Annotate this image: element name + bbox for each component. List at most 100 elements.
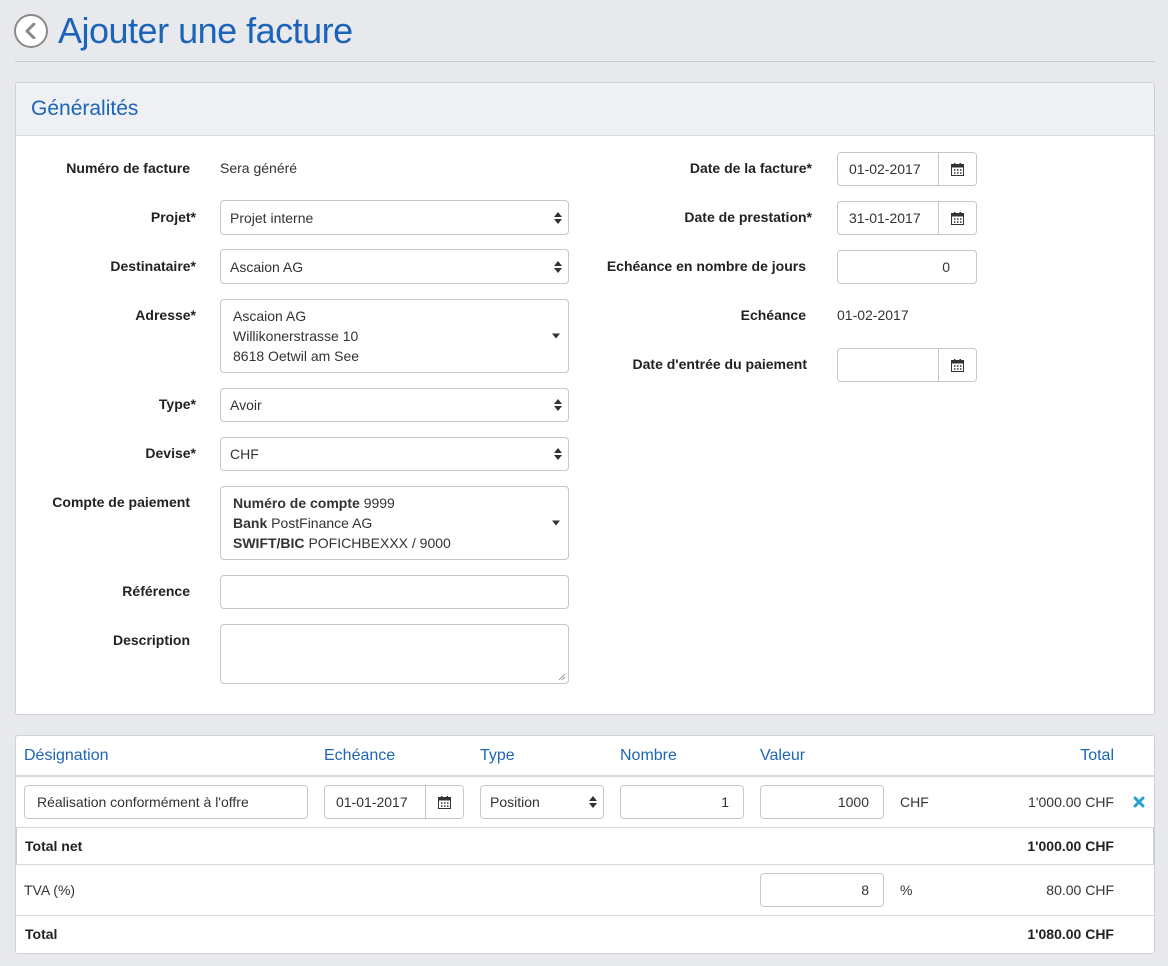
item-echeance-calendar-button[interactable] <box>425 786 463 818</box>
remove-item-button[interactable] <box>1133 795 1147 809</box>
adresse-line: 8618 Oetwil am See <box>233 348 360 364</box>
select-arrows-icon <box>554 399 562 411</box>
back-button[interactable] <box>14 14 48 48</box>
devise-value: CHF <box>230 446 259 462</box>
echeance-jours-label: Echéance en nombre de jours <box>606 258 806 274</box>
destinataire-label: Destinataire* <box>110 258 196 274</box>
col-header-type: Type <box>480 747 515 764</box>
reference-label: Référence <box>122 583 190 599</box>
date-paiement-label: Date d'entrée du paiement <box>632 356 807 372</box>
date-prestation-value[interactable]: 31-01-2017 <box>838 202 938 234</box>
calendar-icon <box>951 358 964 372</box>
item-nombre-value: 1 <box>721 794 729 810</box>
calendar-icon <box>951 162 964 176</box>
compte-key: Bank <box>233 515 268 531</box>
tva-rate-input[interactable]: 8 <box>760 873 884 907</box>
calendar-icon <box>951 211 964 225</box>
echeance-jours-value: 0 <box>942 259 950 275</box>
designation-value: Réalisation conformément à l'offre <box>37 794 249 810</box>
projet-value: Projet interne <box>230 209 314 226</box>
compte-dropdown[interactable]: Numéro de compte 9999 Bank PostFinance A… <box>220 486 569 560</box>
header-divider <box>16 775 1154 777</box>
destinataire-select[interactable]: Ascaion AG <box>220 249 569 284</box>
tva-rate-value: 8 <box>861 882 869 898</box>
numero-label: Numéro de facture <box>66 160 190 176</box>
compte-key: Numéro de compte <box>233 495 360 511</box>
item-total: 1'000.00 CHF <box>1028 794 1114 810</box>
date-facture-calendar-button[interactable] <box>938 153 976 185</box>
item-type-select[interactable]: Position <box>480 785 604 819</box>
adresse-label: Adresse* <box>135 307 196 323</box>
compte-label: Compte de paiement <box>52 494 190 510</box>
date-facture-label: Date de la facture* <box>689 160 812 176</box>
compte-key: SWIFT/BIC <box>233 535 305 551</box>
tva-value: 80.00 CHF <box>1046 882 1114 898</box>
date-paiement-calendar-button[interactable] <box>938 349 976 381</box>
tva-unit: % <box>900 882 913 898</box>
panel-title: Généralités <box>16 83 1154 136</box>
total-label: Total <box>25 926 58 942</box>
designation-input[interactable]: Réalisation conformément à l'offre <box>24 785 308 819</box>
description-textarea[interactable] <box>220 624 569 684</box>
select-arrows-icon <box>589 796 597 808</box>
adresse-line: Willikonerstrasse 10 <box>233 328 359 344</box>
compte-val: PostFinance AG <box>271 515 373 531</box>
destinataire-value: Ascaion AG <box>230 258 304 275</box>
compte-line: Numéro de compte 9999 <box>233 493 556 513</box>
total-value: 1'080.00 CHF <box>1027 926 1114 942</box>
tva-label: TVA (%) <box>24 882 76 898</box>
item-nombre-input[interactable]: 1 <box>620 785 744 819</box>
projet-label: Projet* <box>150 209 196 225</box>
total-row-divider <box>16 915 1154 916</box>
compte-val: 9999 <box>363 495 395 511</box>
select-arrows-icon <box>554 448 562 460</box>
item-echeance-value[interactable]: 01-01-2017 <box>325 786 425 818</box>
col-header-total: Total <box>1080 747 1114 764</box>
adresse-line: Ascaion AG <box>233 308 307 324</box>
adresse-dropdown[interactable]: Ascaion AG Willikonerstrasse 10 8618 Oet… <box>220 299 569 373</box>
date-prestation-picker[interactable]: 31-01-2017 <box>837 201 977 235</box>
date-paiement-value[interactable] <box>838 349 938 381</box>
divider <box>15 61 1155 62</box>
projet-select[interactable]: Projet interne <box>220 200 569 235</box>
select-arrows-icon <box>554 260 562 273</box>
caret-down-icon <box>552 333 560 339</box>
item-echeance-picker[interactable]: 01-01-2017 <box>324 785 464 819</box>
date-facture-value[interactable]: 01-02-2017 <box>838 153 938 185</box>
resize-handle-icon <box>558 673 566 681</box>
devise-select[interactable]: CHF <box>220 437 569 471</box>
item-currency: CHF <box>900 794 929 810</box>
item-type-value: Position <box>490 794 540 810</box>
date-paiement-picker[interactable] <box>837 348 977 382</box>
item-valeur-input[interactable]: 1000 <box>760 785 884 819</box>
remove-icon <box>1133 796 1145 808</box>
compte-line: Bank PostFinance AG <box>233 513 556 533</box>
col-header-echeance: Echéance <box>324 747 396 764</box>
type-select[interactable]: Avoir <box>220 388 569 422</box>
echeance-value: 01-02-2017 <box>837 307 909 323</box>
reference-input[interactable] <box>220 575 569 609</box>
col-header-nombre: Nombre <box>620 747 677 764</box>
caret-down-icon <box>552 520 560 526</box>
date-prestation-calendar-button[interactable] <box>938 202 976 234</box>
chevron-left-icon <box>24 23 38 39</box>
total-net-label: Total net <box>25 838 83 854</box>
calendar-icon <box>438 795 451 809</box>
select-arrows-icon <box>554 211 562 224</box>
page-title: Ajouter une facture <box>58 10 353 51</box>
date-facture-picker[interactable]: 01-02-2017 <box>837 152 977 186</box>
total-net-value: 1'000.00 CHF <box>1027 838 1114 854</box>
col-header-designation: Désignation <box>24 747 109 764</box>
item-valeur-value: 1000 <box>837 794 869 810</box>
echeance-jours-input[interactable]: 0 <box>837 250 977 284</box>
col-header-valeur: Valeur <box>760 747 806 764</box>
compte-val: POFICHBEXXX / 9000 <box>308 535 451 551</box>
type-label: Type* <box>158 396 196 412</box>
type-value: Avoir <box>230 397 262 413</box>
devise-label: Devise* <box>145 445 196 461</box>
description-label: Description <box>112 632 190 648</box>
compte-line: SWIFT/BIC POFICHBEXXX / 9000 <box>233 533 556 553</box>
echeance-label: Echéance <box>740 307 806 323</box>
numero-value: Sera généré <box>220 160 298 176</box>
date-prestation-label: Date de prestation* <box>684 209 812 225</box>
